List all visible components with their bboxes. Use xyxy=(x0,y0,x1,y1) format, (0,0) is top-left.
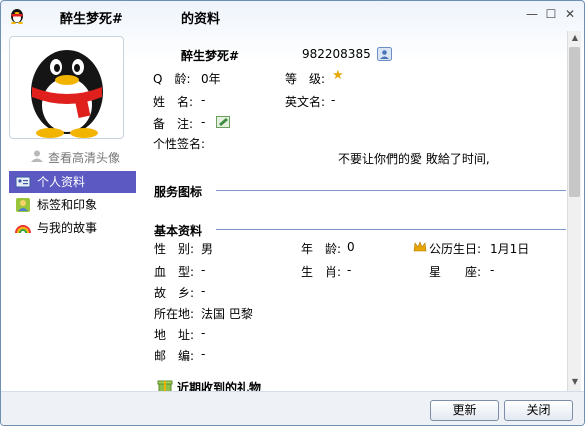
profile-content: 醉生梦死# 982208385 Q 龄: 0年 等 级: ★ 姓 名: - 英文… xyxy=(141,31,566,391)
rainbow-icon xyxy=(15,225,31,234)
qq-number: 982208385 xyxy=(302,47,371,61)
gender-value: 男 xyxy=(201,242,214,256)
nav-item-our-story[interactable]: 与我的故事 xyxy=(9,217,136,239)
maximize-button[interactable]: ☐ xyxy=(543,6,559,22)
nav-label: 与我的故事 xyxy=(37,221,98,235)
crown-icon xyxy=(413,241,427,252)
name-value: - xyxy=(201,93,206,107)
qq-age-value: 0年 xyxy=(201,72,221,86)
age-value: 0 xyxy=(347,240,355,254)
english-name-value: - xyxy=(331,93,336,107)
nav-label: 标签和印象 xyxy=(37,198,98,212)
signature-value: 不要让你們的愛 敗給了时间, xyxy=(338,152,490,166)
title-bar[interactable]: 醉生梦死# 的资料 — ☐ ✕ xyxy=(1,1,584,31)
hometown-value: - xyxy=(201,284,206,298)
postcode-label: 邮 编: xyxy=(154,349,195,363)
qq-penguin-icon xyxy=(11,9,23,24)
penguin-avatar-icon xyxy=(31,50,103,138)
gender-label: 性 别: xyxy=(154,242,195,256)
section-divider xyxy=(216,229,566,230)
location-value: 法国 巴黎 xyxy=(201,307,253,321)
close-window-button[interactable]: ✕ xyxy=(562,6,578,22)
minimize-button[interactable]: — xyxy=(524,6,540,22)
nav-item-personal-info[interactable]: 个人资料 xyxy=(9,171,136,193)
location-label: 所在地: xyxy=(154,307,195,321)
avatar[interactable] xyxy=(9,36,124,139)
view-hd-avatar-link[interactable]: 查看高清头像 xyxy=(48,149,120,166)
section-recent-gifts: 近期收到的礼物 xyxy=(177,381,262,391)
level-label: 等 级: xyxy=(285,72,326,86)
remark-value: - xyxy=(201,115,206,129)
constellation-value: - xyxy=(490,263,495,277)
qq-age-label: Q 龄: xyxy=(153,72,191,86)
section-basic-info: 基本资料 xyxy=(154,224,203,238)
postcode-value: - xyxy=(201,347,206,361)
window-title-suffix: 的资料 xyxy=(181,12,221,27)
tag-portrait-icon xyxy=(16,198,30,212)
scroll-up-arrow-icon[interactable]: ▲ xyxy=(568,31,582,45)
scroll-thumb[interactable] xyxy=(569,47,580,197)
zodiac-value: - xyxy=(347,263,352,277)
blood-type-value: - xyxy=(201,263,206,277)
close-button[interactable]: 关闭 xyxy=(504,400,573,421)
zodiac-label: 生 肖: xyxy=(301,265,342,279)
edit-remark-icon[interactable] xyxy=(216,116,230,128)
nav-item-tags-impressions[interactable]: 标签和印象 xyxy=(9,194,136,216)
nav-label: 个人资料 xyxy=(37,175,86,189)
left-panel: 查看高清头像 个人资料 标签和印象 与我的故事 xyxy=(1,31,141,393)
window-title-name: 醉生梦死# xyxy=(60,12,123,27)
profile-window: 醉生梦死# 的资料 — ☐ ✕ 查看高清头像 个人资料 标签和印象 与我的故事 … xyxy=(0,0,585,426)
english-name-label: 英文名: xyxy=(285,95,326,109)
section-service-icons: 服务图标 xyxy=(154,185,203,199)
birthday-label: 公历生日: xyxy=(429,242,482,256)
person-silhouette-icon xyxy=(31,150,43,162)
gift-icon xyxy=(157,380,173,391)
age-label: 年 龄: xyxy=(301,242,342,256)
content-scrollbar[interactable]: ▲ ▼ xyxy=(567,31,581,391)
hometown-label: 故 乡: xyxy=(154,286,195,300)
birthday-value: 1月1日 xyxy=(490,242,530,256)
blood-type-label: 血 型: xyxy=(154,265,195,279)
id-card-icon xyxy=(15,176,31,188)
address-value: - xyxy=(201,326,206,340)
refresh-button[interactable]: 更新 xyxy=(430,400,499,421)
constellation-label: 星 座: xyxy=(429,265,482,279)
remark-label: 备 注: xyxy=(153,117,194,131)
profile-nickname: 醉生梦死# xyxy=(181,49,240,63)
level-star-icon: ★ xyxy=(332,68,344,83)
section-divider xyxy=(216,190,566,191)
name-label: 姓 名: xyxy=(153,95,194,109)
bottom-bar: 更新 关闭 xyxy=(1,391,584,425)
scroll-down-arrow-icon[interactable]: ▼ xyxy=(568,375,582,389)
contact-card-icon[interactable] xyxy=(377,47,392,61)
signature-label: 个性签名: xyxy=(153,137,206,151)
address-label: 地 址: xyxy=(154,328,195,342)
